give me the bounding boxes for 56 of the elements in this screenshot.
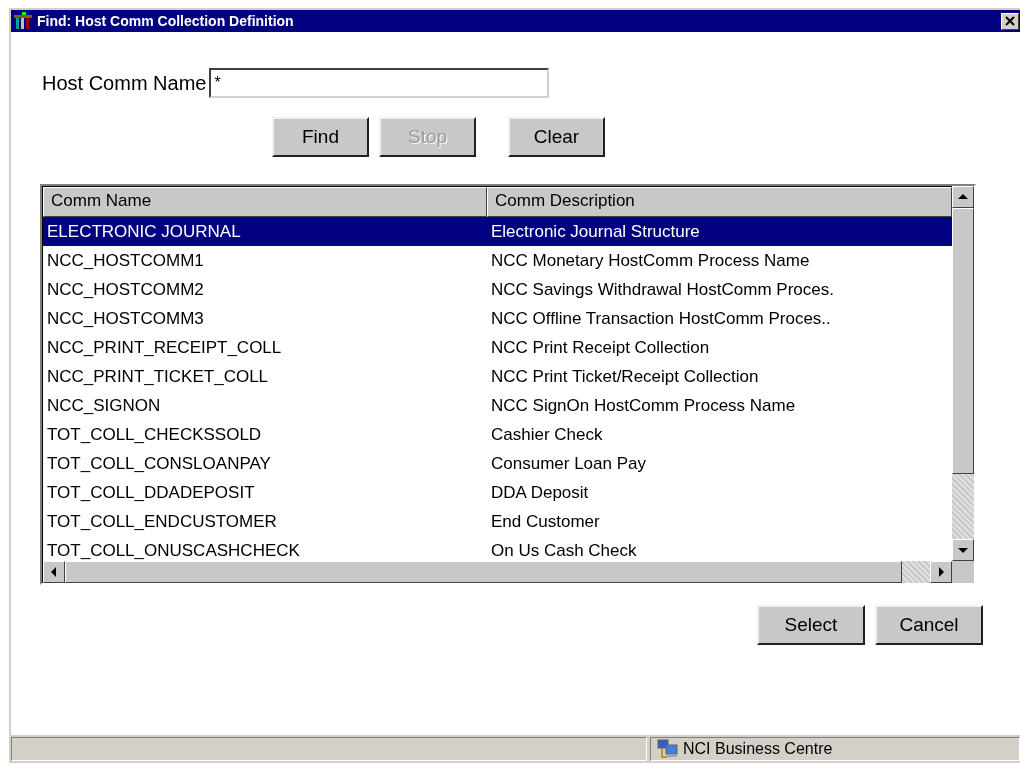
table-cell-text: TOT_COLL_ONUSCASHCHECK [46, 540, 301, 561]
table-cell-text: Cashier Check [490, 424, 604, 445]
table-cell-text: NCC Print Ticket/Receipt Collection [490, 366, 760, 387]
table-cell-text: TOT_COLL_ENDCUSTOMER [46, 511, 278, 532]
table-cell-text: NCC_PRINT_TICKET_COLL [46, 366, 270, 387]
table-cell-text: On Us Cash Check [490, 540, 638, 561]
column-header[interactable]: Comm Description [487, 187, 952, 217]
table-cell-text: ELECTRONIC JOURNAL [46, 221, 242, 242]
table-cell-text: TOT_COLL_CONSLOANPAY [46, 453, 272, 474]
close-icon [1005, 16, 1015, 26]
table-row[interactable]: TOT_COLL_ENDCUSTOMER End Customer [43, 507, 952, 536]
table-row[interactable]: ELECTRONIC JOURNAL Electronic Journal Structure [43, 217, 952, 246]
table-cell-text: NCC Monetary HostComm Process Name [490, 250, 811, 271]
column-header[interactable]: Comm Name [43, 187, 487, 217]
scrollbar-thumb[interactable] [952, 208, 974, 474]
table-cell-text: NCC Print Receipt Collection [490, 337, 711, 358]
toolbar-button[interactable]: Clear [508, 117, 605, 157]
up-arrow-icon [958, 193, 968, 201]
host-comm-name-field[interactable]: * [209, 68, 550, 98]
table-cell-text: DDA Deposit [490, 482, 590, 503]
table-row[interactable]: NCC_HOSTCOMM2 NCC Savings Withdrawal HostComm Proces. [43, 275, 952, 304]
table-cell-text: End Customer [490, 511, 601, 532]
table-cell-text: NCC_PRINT_RECEIPT_COLL [46, 337, 283, 358]
field-label: Host Comm Name [42, 71, 207, 95]
table-cell-text: NCC SignOn HostComm Process Name [490, 395, 797, 416]
dialog-button[interactable]: Select [757, 605, 865, 645]
table-cell-text: TOT_COLL_DDADEPOSIT [46, 482, 256, 503]
down-arrow-icon [958, 546, 968, 554]
table-row[interactable]: TOT_COLL_CONSLOANPAY Consumer Loan Pay [43, 449, 952, 478]
table-cell-text: NCC Offline Transaction HostComm Proces.. [490, 308, 832, 329]
table-row[interactable]: NCC_HOSTCOMM1 NCC Monetary HostComm Process Name [43, 246, 952, 275]
table-row[interactable]: NCC_HOSTCOMM3 NCC Offline Transaction HostComm Proces.. [43, 304, 952, 333]
network-computers-icon [657, 739, 679, 759]
table-row[interactable]: NCC_PRINT_TICKET_COLL NCC Print Ticket/Receipt Collection [43, 362, 952, 391]
vertical-scrollbar[interactable] [952, 186, 974, 583]
close-button[interactable] [1001, 12, 1019, 30]
table-row[interactable]: TOT_COLL_DDADEPOSIT DDA Deposit [43, 478, 952, 507]
app-icon [13, 12, 33, 30]
window-title: Find: Host Comm Collection Definition [37, 13, 295, 29]
status-text: NCI Business Centre [683, 740, 833, 758]
table-cell-text: NCC_HOSTCOMM1 [46, 250, 205, 271]
toolbar-button[interactable]: Find [272, 117, 369, 157]
table-cell-text: NCC_SIGNON [46, 395, 162, 416]
left-arrow-icon [50, 567, 58, 577]
table-cell-text: TOT_COLL_CHECKSSOLD [46, 424, 263, 445]
dialog-button[interactable]: Cancel [875, 605, 983, 645]
table-cell-text: NCC_HOSTCOMM3 [46, 308, 205, 329]
table-cell-text: NCC_HOSTCOMM2 [46, 279, 205, 300]
table-row[interactable]: NCC_SIGNON NCC SignOn HostComm Process Name [43, 391, 952, 420]
table-row[interactable]: NCC_PRINT_RECEIPT_COLL NCC Print Receipt Collection [43, 333, 952, 362]
table-cell-text: Consumer Loan Pay [490, 453, 647, 474]
table-row[interactable]: TOT_COLL_ONUSCASHCHECK On Us Cash Check [43, 536, 952, 561]
right-arrow-icon [937, 567, 945, 577]
table-row[interactable]: TOT_COLL_CHECKSSOLD Cashier Check [43, 420, 952, 449]
table-cell-text: Electronic Journal Structure [490, 221, 701, 242]
table-cell-text: NCC Savings Withdrawal HostComm Proces. [490, 279, 835, 300]
